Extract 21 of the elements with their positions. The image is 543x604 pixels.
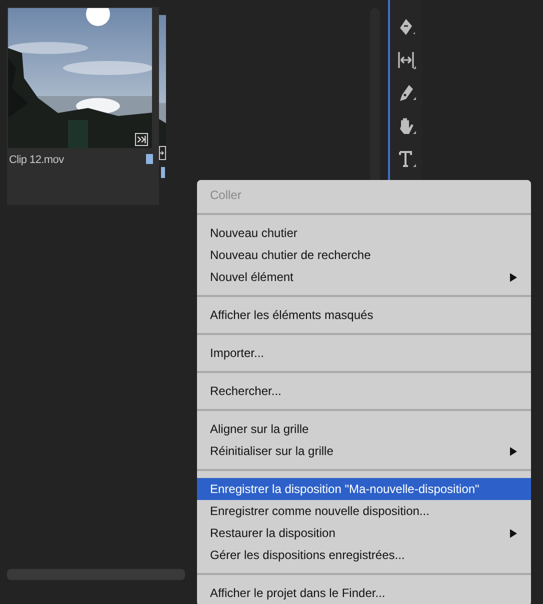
track-select-icon[interactable] — [396, 50, 416, 70]
menu-item[interactable]: Rechercher... — [197, 380, 531, 402]
menu-item[interactable]: Gérer les dispositions enregistrées... — [197, 544, 531, 566]
menu-item[interactable]: Aligner sur la grille — [197, 418, 531, 440]
horizontal-scrollbar[interactable] — [7, 569, 185, 580]
menu-item[interactable]: Importer... — [197, 342, 531, 364]
menu-item[interactable]: Nouveau chutier — [197, 222, 531, 244]
type-tool-icon[interactable] — [396, 149, 416, 169]
clip-card[interactable]: Clip 12.mov — [7, 7, 159, 205]
menu-item[interactable]: Afficher le projet dans le Finder... — [197, 582, 531, 604]
in-point-icon — [159, 145, 166, 161]
badge-icon — [161, 167, 165, 178]
badge-icon — [146, 154, 153, 164]
menu-item[interactable]: Restaurer la disposition — [197, 522, 531, 544]
menu-item[interactable]: Nouveau chutier de recherche — [197, 244, 531, 266]
menu-item[interactable]: Nouvel élément — [197, 266, 531, 288]
menu-item[interactable]: Enregistrer comme nouvelle disposition... — [197, 500, 531, 522]
menu-item[interactable]: Réinitialiser sur la grille — [197, 440, 531, 462]
clip-name: Clip 12.mov — [9, 154, 64, 166]
menu-item[interactable]: Afficher les éléments masqués — [197, 304, 531, 326]
menu-item[interactable]: Enregistrer la disposition "Ma-nouvelle-disposition" — [197, 478, 531, 500]
